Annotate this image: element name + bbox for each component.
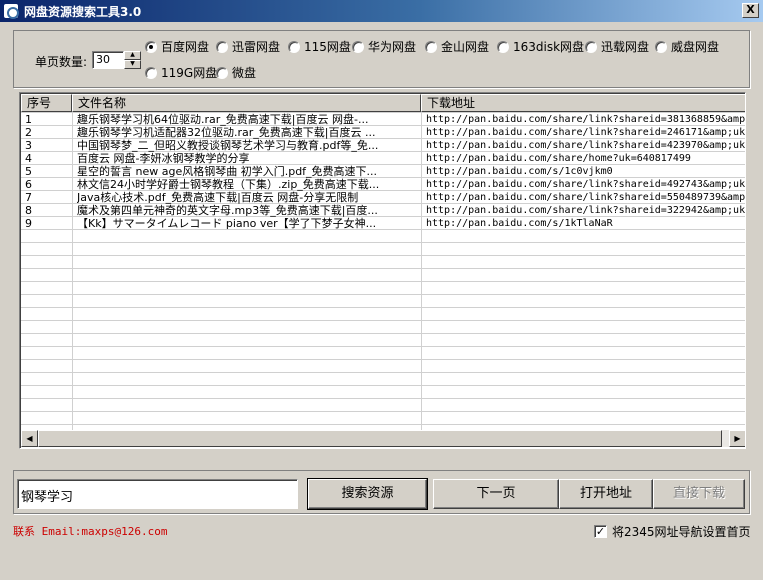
column-divider — [72, 112, 73, 431]
radio-icon[interactable] — [288, 40, 300, 53]
row-filename: 林文信24小时学好爵士钢琴教程（下集）.zip_免费高速下载... — [77, 178, 380, 191]
radio-icon[interactable] — [425, 40, 437, 53]
results-list[interactable]: 序号 文件名称 下载地址 1 趣乐钢琴学习机64位驱动.rar_免费高速下载|百… — [19, 92, 746, 449]
row-url: http://pan.baidu.com/share/link?shareid=… — [426, 192, 746, 203]
row-filename: 趣乐钢琴学习机适配器32位驱动.rar_免费高速下载|百度云 ... — [77, 126, 376, 139]
column-header-url[interactable]: 下载地址 — [421, 94, 745, 112]
radio-icon[interactable] — [216, 66, 228, 79]
page-size-label: 单页数量: — [35, 55, 88, 69]
radio-baidu[interactable]: 百度网盘 — [145, 38, 209, 55]
radio-icon[interactable] — [352, 40, 364, 53]
column-header-filename[interactable]: 文件名称 — [72, 94, 421, 112]
checkbox-checked-icon[interactable]: ✓ — [594, 525, 607, 538]
radio-label: 119G网盘 — [161, 66, 218, 80]
row-url: http://pan.baidu.com/share/link?shareid=… — [426, 140, 746, 151]
radio-label: 百度网盘 — [161, 40, 210, 54]
homepage-checkbox[interactable]: ✓ 将2345网址导航设置首页 — [594, 523, 751, 540]
row-index: 4 — [25, 152, 32, 165]
window-title: 网盘资源搜索工具3.0 — [24, 5, 142, 19]
row-url: http://pan.baidu.com/share/link?shareid=… — [426, 114, 746, 125]
radio-icon[interactable] — [497, 40, 509, 53]
radio-label: 115网盘 — [304, 40, 351, 54]
radio-label: 金山网盘 — [441, 40, 490, 54]
page-size-input[interactable]: 30 — [92, 51, 124, 69]
radio-label: 迅雷网盘 — [232, 40, 281, 54]
row-filename: 星空的誓言 new age风格钢琴曲 初学入门.pdf_免费高速下... — [77, 165, 378, 178]
row-index: 7 — [25, 191, 32, 204]
row-url: http://pan.baidu.com/s/1c0vjkm0 — [426, 166, 613, 177]
radio-xunlei[interactable]: 迅雷网盘 — [216, 38, 280, 55]
radio-xunzai[interactable]: 迅载网盘 — [585, 38, 649, 55]
horizontal-scrollbar[interactable]: ◀ ▶ — [21, 430, 745, 447]
radio-115[interactable]: 115网盘 — [288, 38, 351, 55]
row-index: 1 — [25, 113, 32, 126]
scroll-left-icon[interactable]: ◀ — [21, 430, 38, 447]
radio-icon[interactable] — [216, 40, 228, 53]
radio-119g[interactable]: 119G网盘 — [145, 64, 217, 81]
spin-up-icon[interactable]: ▲ — [124, 51, 141, 60]
search-input[interactable]: 钢琴学习 — [17, 479, 298, 509]
radio-label: 163disk网盘 — [513, 40, 585, 54]
row-index: 2 — [25, 126, 32, 139]
row-index: 9 — [25, 217, 32, 230]
row-filename: 中国钢琴梦_二_但昭义教授谈钢琴艺术学习与教育.pdf等_免... — [77, 139, 379, 152]
column-header-index[interactable]: 序号 — [21, 94, 72, 112]
row-index: 3 — [25, 139, 32, 152]
next-page-button[interactable]: 下一页 — [433, 479, 559, 509]
row-index: 6 — [25, 178, 32, 191]
radio-jinshan[interactable]: 金山网盘 — [425, 38, 489, 55]
row-filename: 百度云 网盘-李妍冰钢琴教学的分享 — [77, 152, 250, 165]
radio-label: 威盘网盘 — [671, 40, 720, 54]
radio-icon[interactable] — [585, 40, 597, 53]
radio-label: 华为网盘 — [368, 40, 417, 54]
direct-download-button[interactable]: 直接下载 — [653, 479, 745, 509]
column-divider — [421, 112, 422, 431]
row-filename: 【Kk】サマータイムレコード piano ver【学了下梦子女神... — [77, 217, 377, 230]
row-filename: 趣乐钢琴学习机64位驱动.rar_免费高速下载|百度云 网盘-... — [77, 113, 369, 126]
row-url: http://pan.baidu.com/share/link?shareid=… — [426, 127, 746, 138]
page-size-spinner[interactable]: ▲ ▼ — [124, 51, 141, 69]
radio-icon[interactable] — [655, 40, 667, 53]
radio-huawei[interactable]: 华为网盘 — [352, 38, 416, 55]
scroll-right-icon[interactable]: ▶ — [729, 430, 745, 447]
homepage-checkbox-label: 将2345网址导航设置首页 — [612, 525, 751, 539]
list-header: 序号 文件名称 下载地址 — [21, 94, 745, 112]
row-url: http://pan.baidu.com/share/link?shareid=… — [426, 205, 746, 216]
contact-email: 联系 Email:maxps@126.com — [13, 525, 168, 538]
radio-label: 迅载网盘 — [601, 40, 650, 54]
title-bar[interactable]: 网盘资源搜索工具3.0 X — [0, 0, 763, 22]
radio-selected-icon[interactable] — [145, 40, 157, 53]
radio-icon[interactable] — [145, 66, 157, 79]
row-url: http://pan.baidu.com/s/1kTlaNaR — [426, 218, 613, 229]
row-url: http://pan.baidu.com/share/link?shareid=… — [426, 179, 746, 190]
radio-163disk[interactable]: 163disk网盘 — [497, 38, 584, 55]
open-url-button[interactable]: 打开地址 — [559, 479, 653, 509]
row-index: 5 — [25, 165, 32, 178]
search-button[interactable]: 搜索资源 — [307, 478, 428, 510]
radio-label: 微盘 — [232, 66, 257, 80]
scroll-thumb[interactable] — [38, 430, 722, 447]
row-index: 8 — [25, 204, 32, 217]
row-url: http://pan.baidu.com/share/home?uk=64081… — [426, 153, 691, 164]
close-button[interactable]: X — [742, 3, 759, 18]
row-filename: Java核心技术.pdf_免费高速下载|百度云 网盘-分享无限制 — [77, 191, 359, 204]
row-filename: 魔术及第四单元神奇的英文字母.mp3等_免费高速下载|百度... — [77, 204, 378, 217]
spin-down-icon[interactable]: ▼ — [124, 60, 141, 69]
app-icon — [3, 3, 19, 19]
radio-vdisk[interactable]: 微盘 — [216, 64, 256, 81]
radio-weipan[interactable]: 威盘网盘 — [655, 38, 719, 55]
